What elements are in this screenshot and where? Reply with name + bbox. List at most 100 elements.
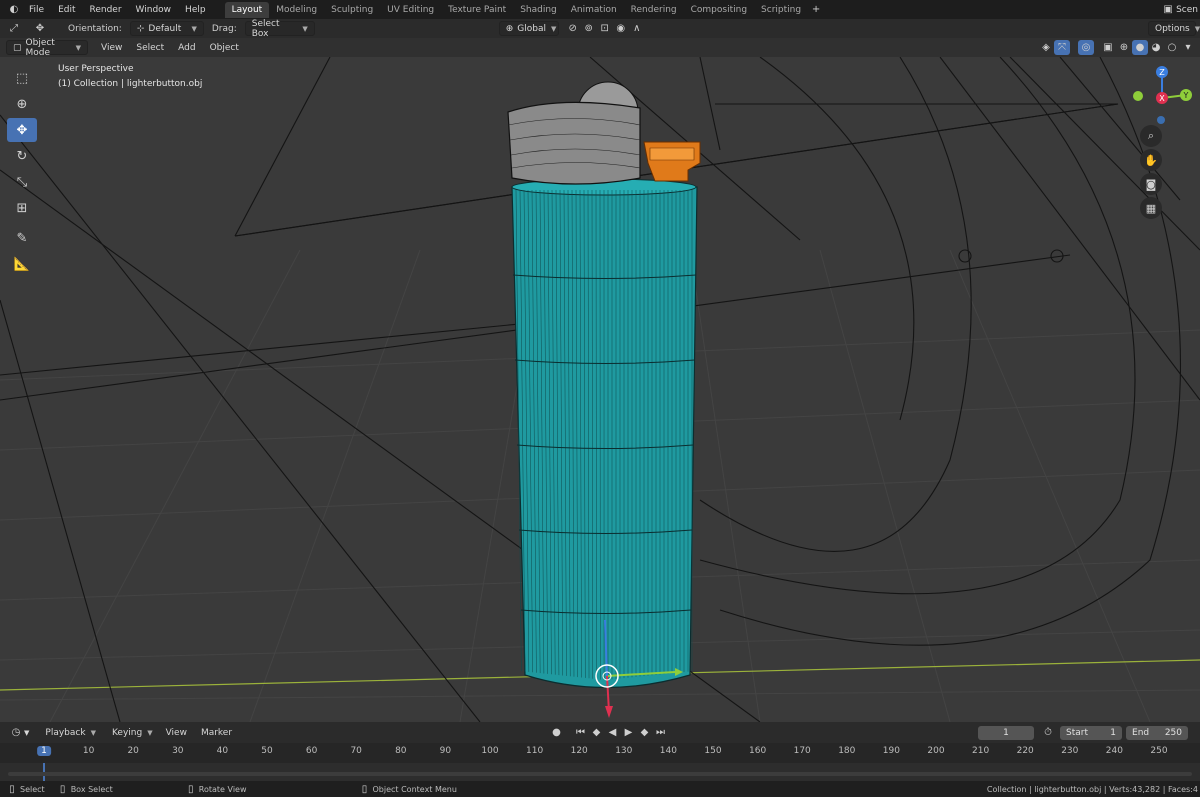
stopwatch-icon[interactable]: ⏱ <box>1040 725 1056 740</box>
viewport-menu-add[interactable]: Add <box>171 43 202 53</box>
menu-edit[interactable]: Edit <box>51 5 82 15</box>
timeline-scrollbar[interactable] <box>8 772 1192 776</box>
tab-rendering[interactable]: Rendering <box>624 2 684 18</box>
record-icon[interactable]: ● <box>549 725 565 740</box>
orientation-dropdown[interactable]: ⊹ Default ▼ <box>129 21 204 36</box>
add-workspace-icon[interactable]: + <box>808 2 824 17</box>
menu-window[interactable]: Window <box>129 5 179 15</box>
rendered-shading-icon[interactable]: ○ <box>1164 40 1180 55</box>
tab-animation[interactable]: Animation <box>564 2 624 18</box>
transform-tool-icon[interactable]: ⊞ <box>7 196 37 220</box>
tab-shading[interactable]: Shading <box>513 2 564 18</box>
transform-orientation-dropdown[interactable]: ⊕ Global ▼ <box>498 21 559 36</box>
current-frame-field[interactable]: 1 <box>978 725 1035 740</box>
mouse-left-icon: ▯ <box>9 783 15 795</box>
gizmo-y-label: Y <box>1183 91 1189 100</box>
lighter-hood <box>507 81 641 185</box>
drag-value: Select Box <box>251 18 280 39</box>
scale-tool-icon[interactable]: ⤡ <box>7 170 37 194</box>
ortho-grid-icon[interactable]: ▦ <box>1140 197 1162 219</box>
ruler-tick-210: 210 <box>972 746 990 756</box>
proportional-edit-icon[interactable]: ◉ <box>613 21 629 36</box>
cursor-tool-icon[interactable]: ⊕ <box>7 92 37 116</box>
playback-menu[interactable]: Playback ▼ <box>39 725 102 740</box>
solid-shading-icon[interactable]: ● <box>1132 40 1148 55</box>
timeline-editor-icon[interactable]: ◷ <box>8 725 24 740</box>
tab-layout[interactable]: Layout <box>224 1 270 18</box>
collection-label: (1) Collection | lighterbutton.obj <box>58 79 203 89</box>
zoom-icon[interactable]: ⌕ <box>1140 125 1162 147</box>
start-frame-field[interactable]: Start 1 <box>1060 725 1123 740</box>
scene-icon[interactable]: ▣ <box>1160 2 1176 17</box>
xray-icon[interactable]: ▣ <box>1100 40 1116 55</box>
end-frame-field[interactable]: End 250 <box>1126 725 1189 740</box>
options-dropdown[interactable]: Options ▼ <box>1148 21 1200 36</box>
tab-compositing[interactable]: Compositing <box>684 2 754 18</box>
ruler-tick-130: 130 <box>615 746 633 756</box>
shading-options-icon[interactable]: ▾ <box>1180 40 1196 55</box>
visibility-icon[interactable]: ◈ <box>1038 40 1054 55</box>
tab-modeling[interactable]: Modeling <box>269 2 324 18</box>
viewport-menu-object[interactable]: Object <box>203 43 246 53</box>
pivot-point-icon[interactable]: ⊘ <box>565 21 581 36</box>
ruler-tick-20: 20 <box>127 746 139 756</box>
material-shading-icon[interactable]: ◕ <box>1148 40 1164 55</box>
select-box-tool-icon[interactable]: ⬚ <box>7 66 37 90</box>
play-icon[interactable]: ▶ <box>621 725 637 740</box>
menu-help[interactable]: Help <box>178 5 213 15</box>
chevron-down-icon: ▼ <box>75 43 81 52</box>
play-reverse-icon[interactable]: ◀ <box>605 725 621 740</box>
frame-ruler[interactable]: 1 10 20 30 40 50 60 70 80 90 100 110 120 130 140 150 160… <box>0 743 1200 763</box>
status-stats: Collection | lighterbutton.obj | Verts:4… <box>986 784 1198 794</box>
wireframe-shading-icon[interactable]: ⊕ <box>1116 40 1132 55</box>
timeline-menu-marker[interactable]: Marker <box>194 728 239 738</box>
snap-icon[interactable]: ⊚ <box>581 21 597 36</box>
jump-keyframe-forward-icon[interactable]: ◆ <box>637 725 653 740</box>
ruler-tick-160: 160 <box>749 746 767 756</box>
ruler-tick-200: 200 <box>927 746 945 756</box>
mouse-right-icon: ▯ <box>361 783 368 795</box>
perspective-label: User Perspective <box>58 64 134 74</box>
tab-scripting[interactable]: Scripting <box>754 2 808 18</box>
timeline-area[interactable] <box>0 763 1200 781</box>
camera-view-icon[interactable]: ◙ <box>1140 173 1162 195</box>
start-label: Start <box>1066 727 1089 738</box>
tab-texture-paint[interactable]: Texture Paint <box>441 2 513 18</box>
jump-keyframe-back-icon[interactable]: ◆ <box>589 725 605 740</box>
move-tool-active-icon[interactable]: ✥ <box>7 118 37 142</box>
pan-hand-icon[interactable]: ✋ <box>1140 149 1162 171</box>
3d-viewport[interactable]: User Perspective (1) Collection | lighte… <box>0 57 1200 722</box>
blender-logo-icon[interactable]: ◐ <box>6 2 22 17</box>
timeline-menu-view[interactable]: View <box>159 728 194 738</box>
mouse-drag-icon: ▯ <box>188 783 194 795</box>
status-bar: ▯ Select ▯ Box Select ▯ Rotate View ▯ Ob… <box>0 781 1200 797</box>
jump-start-icon[interactable]: ⏮ <box>573 725 589 740</box>
chevron-down-icon: ▼ <box>24 728 30 737</box>
tab-uv-editing[interactable]: UV Editing <box>380 2 441 18</box>
gizmo-x-label: X <box>1159 94 1165 103</box>
annotate-tool-icon[interactable]: ✎ <box>7 226 37 250</box>
scene-selector[interactable]: Scen <box>1176 5 1198 15</box>
falloff-icon[interactable]: ∧ <box>629 21 645 36</box>
chevron-down-icon: ▼ <box>1194 24 1200 33</box>
menu-file[interactable]: File <box>22 5 51 15</box>
viewport-menu-view[interactable]: View <box>94 43 129 53</box>
keying-menu[interactable]: Keying ▼ <box>106 725 159 740</box>
drag-dropdown[interactable]: Select Box ▼ <box>244 18 315 39</box>
jump-end-icon[interactable]: ⏭ <box>653 725 669 740</box>
editor-type-icon[interactable]: ⤢ <box>6 21 22 36</box>
snap-target-icon[interactable]: ⊡ <box>597 21 613 36</box>
menu-render[interactable]: Render <box>83 5 129 15</box>
ruler-tick-1: 1 <box>37 746 51 756</box>
overlay-toggle-icon[interactable]: ◎ <box>1078 40 1094 55</box>
axis-gizmo[interactable]: Z Y X <box>1130 60 1200 140</box>
mode-dropdown[interactable]: ▢ Object Mode ▼ <box>6 38 88 58</box>
viewport-header: ▢ Object Mode ▼ View Select Add Object ◈… <box>0 38 1200 58</box>
move-tool-icon[interactable]: ✥ <box>32 21 48 36</box>
gizmo-toggle-icon[interactable]: ⤧ <box>1054 40 1070 55</box>
tab-sculpting[interactable]: Sculpting <box>324 2 380 18</box>
rotate-tool-icon[interactable]: ↻ <box>7 144 37 168</box>
drag-label: Drag: <box>211 23 237 34</box>
viewport-menu-select[interactable]: Select <box>129 43 171 53</box>
measure-tool-icon[interactable]: 📐 <box>7 252 37 276</box>
